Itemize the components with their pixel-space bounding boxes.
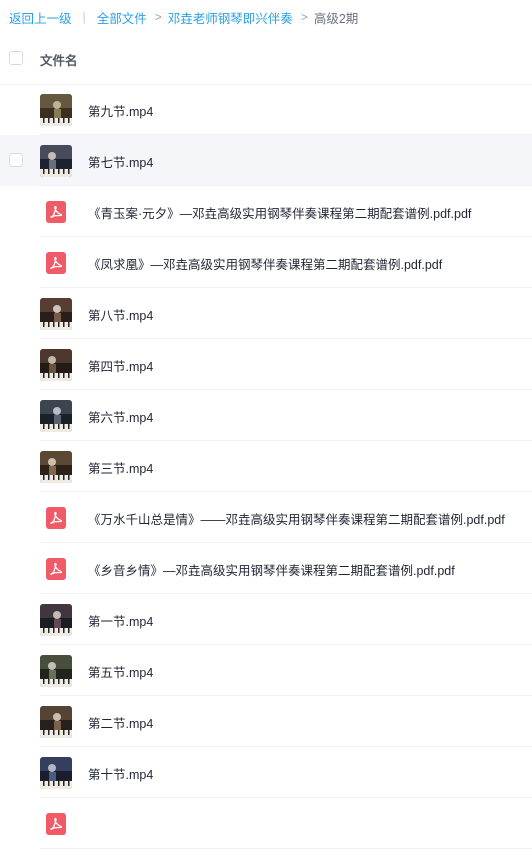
- video-thumbnail-icon[interactable]: [40, 706, 72, 738]
- pdf-icon[interactable]: [46, 201, 66, 223]
- video-thumbnail-icon[interactable]: [40, 604, 72, 636]
- pdf-icon[interactable]: [46, 813, 66, 835]
- file-row[interactable]: 第十节.mp4: [0, 747, 532, 798]
- video-thumbnail-icon[interactable]: [40, 94, 72, 126]
- file-name[interactable]: 《凤求凰》—邓垚高级实用钢琴伴奏课程第二期配套谱例.pdf.pdf: [88, 254, 442, 273]
- all-files-link[interactable]: 全部文件: [97, 8, 147, 27]
- breadcrumb: 返回上一级 | 全部文件 > 邓垚老师钢琴即兴伴奏 > 高级2期: [9, 7, 358, 27]
- pdf-icon[interactable]: [46, 507, 66, 529]
- video-thumbnail-icon[interactable]: [40, 655, 72, 687]
- file-name[interactable]: 第四节.mp4: [88, 356, 153, 375]
- file-name[interactable]: 第二节.mp4: [88, 713, 153, 732]
- select-all-checkbox[interactable]: [9, 51, 23, 65]
- file-row[interactable]: 第四节.mp4: [0, 339, 532, 390]
- video-thumbnail-icon[interactable]: [40, 145, 72, 177]
- video-thumbnail-icon[interactable]: [40, 451, 72, 483]
- file-name[interactable]: 第八节.mp4: [88, 305, 153, 324]
- file-name[interactable]: 第五节.mp4: [88, 662, 153, 681]
- pdf-icon[interactable]: [46, 252, 66, 274]
- file-list: 第九节.mp4 第七节.mp4 《青玉案·元夕》—邓垚高级实用钢琴伴奏课程第二期配套…: [0, 84, 532, 849]
- file-row[interactable]: 《青玉案·元夕》—邓垚高级实用钢琴伴奏课程第二期配套谱例.pdf.pdf: [0, 186, 532, 237]
- file-row[interactable]: 第一节.mp4: [0, 594, 532, 645]
- folder-link[interactable]: 邓垚老师钢琴即兴伴奏: [168, 8, 293, 27]
- video-thumbnail-icon[interactable]: [40, 349, 72, 381]
- file-row[interactable]: 第三节.mp4: [0, 441, 532, 492]
- file-row[interactable]: 第八节.mp4: [0, 288, 532, 339]
- file-row[interactable]: [0, 798, 532, 849]
- file-name[interactable]: 第七节.mp4: [88, 152, 153, 171]
- breadcrumb-divider: |: [82, 10, 86, 24]
- file-row[interactable]: 第六节.mp4: [0, 390, 532, 441]
- file-name[interactable]: 第九节.mp4: [88, 101, 153, 120]
- current-folder: 高级2期: [313, 11, 359, 26]
- file-row[interactable]: 第七节.mp4: [0, 135, 532, 186]
- video-thumbnail-icon[interactable]: [40, 757, 72, 789]
- file-row[interactable]: 《凤求凰》—邓垚高级实用钢琴伴奏课程第二期配套谱例.pdf.pdf: [0, 237, 532, 288]
- file-name[interactable]: 第十节.mp4: [88, 764, 153, 783]
- file-row[interactable]: 《万水千山总是情》——邓垚高级实用钢琴伴奏课程第二期配套谱例.pdf.pdf: [0, 492, 532, 543]
- file-name[interactable]: 《乡音乡情》—邓垚高级实用钢琴伴奏课程第二期配套谱例.pdf.pdf: [88, 560, 455, 579]
- back-link[interactable]: 返回上一级: [9, 8, 72, 27]
- file-name[interactable]: 第三节.mp4: [88, 458, 153, 477]
- chevron-right-icon: >: [300, 10, 308, 24]
- row-checkbox[interactable]: [9, 153, 23, 167]
- file-row[interactable]: 第五节.mp4: [0, 645, 532, 696]
- file-row[interactable]: 《乡音乡情》—邓垚高级实用钢琴伴奏课程第二期配套谱例.pdf.pdf: [0, 543, 532, 594]
- filename-column-header[interactable]: 文件名: [40, 50, 78, 69]
- video-thumbnail-icon[interactable]: [40, 400, 72, 432]
- file-row[interactable]: 第二节.mp4: [0, 696, 532, 747]
- video-thumbnail-icon[interactable]: [40, 298, 72, 330]
- file-list-header: 文件名: [0, 33, 532, 85]
- file-name[interactable]: 第六节.mp4: [88, 407, 153, 426]
- file-name[interactable]: 《青玉案·元夕》—邓垚高级实用钢琴伴奏课程第二期配套谱例.pdf.pdf: [88, 203, 471, 222]
- file-name[interactable]: 《万水千山总是情》——邓垚高级实用钢琴伴奏课程第二期配套谱例.pdf.pdf: [88, 509, 505, 528]
- chevron-right-icon: >: [154, 10, 162, 24]
- pdf-icon[interactable]: [46, 558, 66, 580]
- file-name[interactable]: 第一节.mp4: [88, 611, 153, 630]
- file-row[interactable]: 第九节.mp4: [0, 84, 532, 135]
